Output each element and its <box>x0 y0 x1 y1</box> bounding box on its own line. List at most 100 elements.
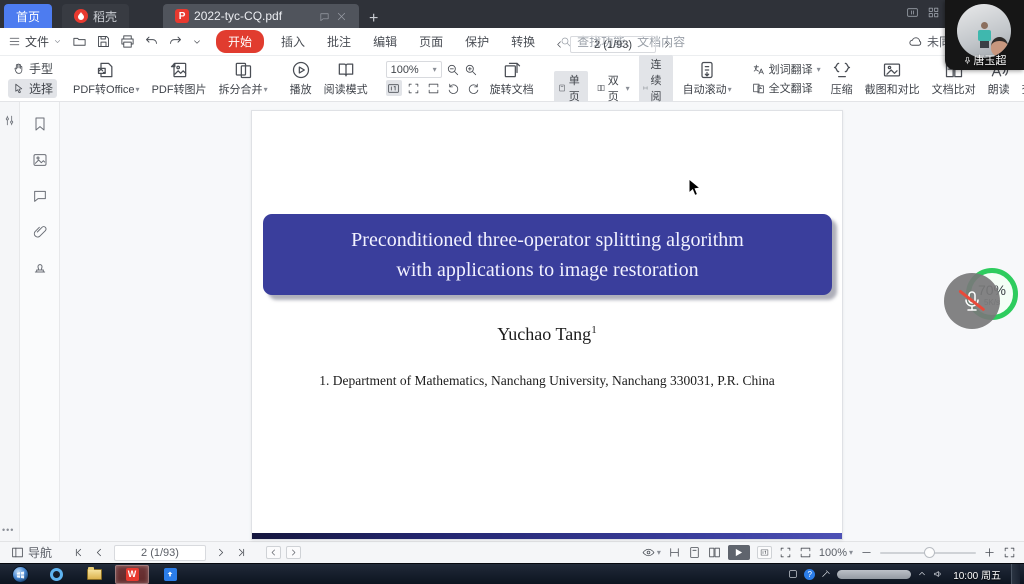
save-icon[interactable] <box>96 34 111 49</box>
double-page-button[interactable]: 双页▾ <box>593 71 634 105</box>
single-page-button[interactable]: 单页 <box>554 71 588 105</box>
wps-icon: W <box>126 568 139 581</box>
read-mode-button[interactable]: 阅读模式 <box>318 58 374 99</box>
menu-tab-edit[interactable]: 编辑 <box>362 30 408 53</box>
tray-tool-icon[interactable] <box>821 569 831 579</box>
mic-muted-button[interactable] <box>944 273 1000 329</box>
rotate-right-icon[interactable] <box>466 80 482 96</box>
eye-protect-button[interactable]: ▾ <box>642 546 661 559</box>
hand-tool-button[interactable]: 手型 <box>8 59 57 78</box>
window-switch-icon[interactable] <box>906 6 919 19</box>
open-folder-icon[interactable] <box>72 34 87 49</box>
status-actual-size-button[interactable] <box>757 546 772 559</box>
navigation-toggle[interactable]: 导航 <box>6 544 57 561</box>
rotate-doc-button[interactable]: 旋转文档 <box>484 58 540 99</box>
file-menu[interactable]: 文件 <box>8 33 62 50</box>
fit-width-button[interactable] <box>406 80 422 96</box>
apps-grid-icon[interactable] <box>927 6 940 19</box>
zoom-in-icon[interactable] <box>464 63 478 77</box>
comment-icon[interactable] <box>32 188 48 204</box>
tray-expand-icon[interactable] <box>917 569 927 579</box>
status-fit-page-icon[interactable] <box>799 546 812 559</box>
screenshot-compare-button[interactable]: 截图和对比 <box>859 58 926 99</box>
page-number-field[interactable]: 2 (1/93) <box>570 36 656 53</box>
zoom-minus-icon[interactable] <box>860 546 873 559</box>
select-tool-button[interactable]: 选择 <box>8 79 57 98</box>
compress-button[interactable]: 压缩 <box>825 58 859 99</box>
status-zoom-select[interactable]: 100%▾ <box>819 547 853 559</box>
floating-widget[interactable]: 70% 5K/s <box>944 266 1020 336</box>
zoom-slider[interactable] <box>880 552 976 554</box>
status-page-field[interactable]: 2 (1/93) <box>114 545 206 561</box>
tray-app-icon[interactable] <box>788 569 798 579</box>
pdf-page[interactable]: Preconditioned three-operator splitting … <box>251 110 843 540</box>
rotate-left-icon[interactable] <box>446 80 462 96</box>
menu-tab-annotate[interactable]: 批注 <box>316 30 362 53</box>
document-view[interactable]: Preconditioned three-operator splitting … <box>60 102 1024 541</box>
tab-close-icon[interactable] <box>336 11 347 22</box>
undo-icon[interactable] <box>144 34 159 49</box>
menu-tab-convert[interactable]: 转换 <box>500 30 546 53</box>
stamp-icon[interactable] <box>32 260 48 276</box>
next-page-status-icon[interactable] <box>214 546 227 559</box>
zoom-plus-icon[interactable] <box>983 546 996 559</box>
redo-icon[interactable] <box>168 34 183 49</box>
fit-page-button[interactable] <box>426 80 442 96</box>
rail-more-icon[interactable]: ••• <box>2 525 14 535</box>
word-translate-button[interactable]: 划词翻译▾ <box>748 60 825 78</box>
tab-document[interactable]: P 2022-tyc-CQ.pdf <box>163 4 359 28</box>
webcam-overlay[interactable]: 唐玉超 <box>945 0 1024 70</box>
zoom-slider-knob[interactable] <box>924 547 935 558</box>
full-translate-button[interactable]: 全文翻译 <box>748 79 825 97</box>
pdf-to-image-button[interactable]: PDF转图片 <box>146 58 213 99</box>
zoom-select[interactable]: 100%▾ <box>386 61 442 78</box>
taskbar-explorer-button[interactable] <box>77 565 111 584</box>
bookmark-icon[interactable] <box>32 116 48 132</box>
last-page-icon[interactable] <box>235 546 248 559</box>
taskbar-clock[interactable]: 10:00 周五 <box>949 567 1005 582</box>
first-page-icon[interactable] <box>72 546 85 559</box>
split-merge-button[interactable]: 拆分合并▾ <box>213 58 274 99</box>
page-number-value: 2 (1/93) <box>594 39 632 51</box>
status-continuous-icon[interactable] <box>668 546 681 559</box>
pdf-to-office-button[interactable]: PDF转Office▾ <box>67 58 146 99</box>
status-play-button[interactable] <box>728 545 750 560</box>
more-commands-icon[interactable] <box>192 37 202 47</box>
next-page-icon[interactable] <box>661 39 672 50</box>
prev-page-icon[interactable] <box>554 39 565 50</box>
language-bar[interactable] <box>837 570 911 579</box>
panel-settings-icon[interactable] <box>3 114 16 127</box>
file-menu-label: 文件 <box>25 33 49 50</box>
tray-help-icon[interactable]: ? <box>804 569 815 580</box>
menu-tab-page[interactable]: 页面 <box>408 30 454 53</box>
cloud-sync-icon[interactable] <box>908 34 923 49</box>
view-back-button[interactable] <box>266 546 281 559</box>
status-fit-width-icon[interactable] <box>779 546 792 559</box>
auto-scroll-button[interactable]: 自动滚动▾ <box>677 58 738 99</box>
tab-pin-icon[interactable] <box>319 11 330 22</box>
actual-size-button[interactable] <box>386 80 402 96</box>
prev-page-status-icon[interactable] <box>93 546 106 559</box>
new-tab-button[interactable]: + <box>369 10 378 28</box>
taskbar-meeting-button[interactable] <box>153 565 187 584</box>
status-double-page-icon[interactable] <box>708 546 721 559</box>
volume-icon[interactable] <box>933 569 943 579</box>
image-panel-icon[interactable] <box>32 152 48 168</box>
tab-home[interactable]: 首页 <box>4 4 52 28</box>
menu-tab-insert[interactable]: 插入 <box>270 30 316 53</box>
single-page-icon <box>558 82 566 94</box>
zoom-out-icon[interactable] <box>446 63 460 77</box>
fullscreen-icon[interactable] <box>1003 546 1016 559</box>
attachment-icon[interactable] <box>32 224 48 240</box>
view-forward-button[interactable] <box>286 546 301 559</box>
taskbar-wps-button[interactable]: W <box>115 565 149 584</box>
taskbar-browser-button[interactable] <box>39 565 73 584</box>
print-icon[interactable] <box>120 34 135 49</box>
menu-tab-protect[interactable]: 保护 <box>454 30 500 53</box>
start-button[interactable] <box>12 566 29 583</box>
play-button[interactable]: 播放 <box>284 58 318 99</box>
menu-tab-start[interactable]: 开始 <box>216 30 264 53</box>
status-single-page-icon[interactable] <box>688 546 701 559</box>
show-desktop-button[interactable] <box>1011 564 1020 584</box>
tab-docer[interactable]: 稻壳 <box>62 4 129 28</box>
